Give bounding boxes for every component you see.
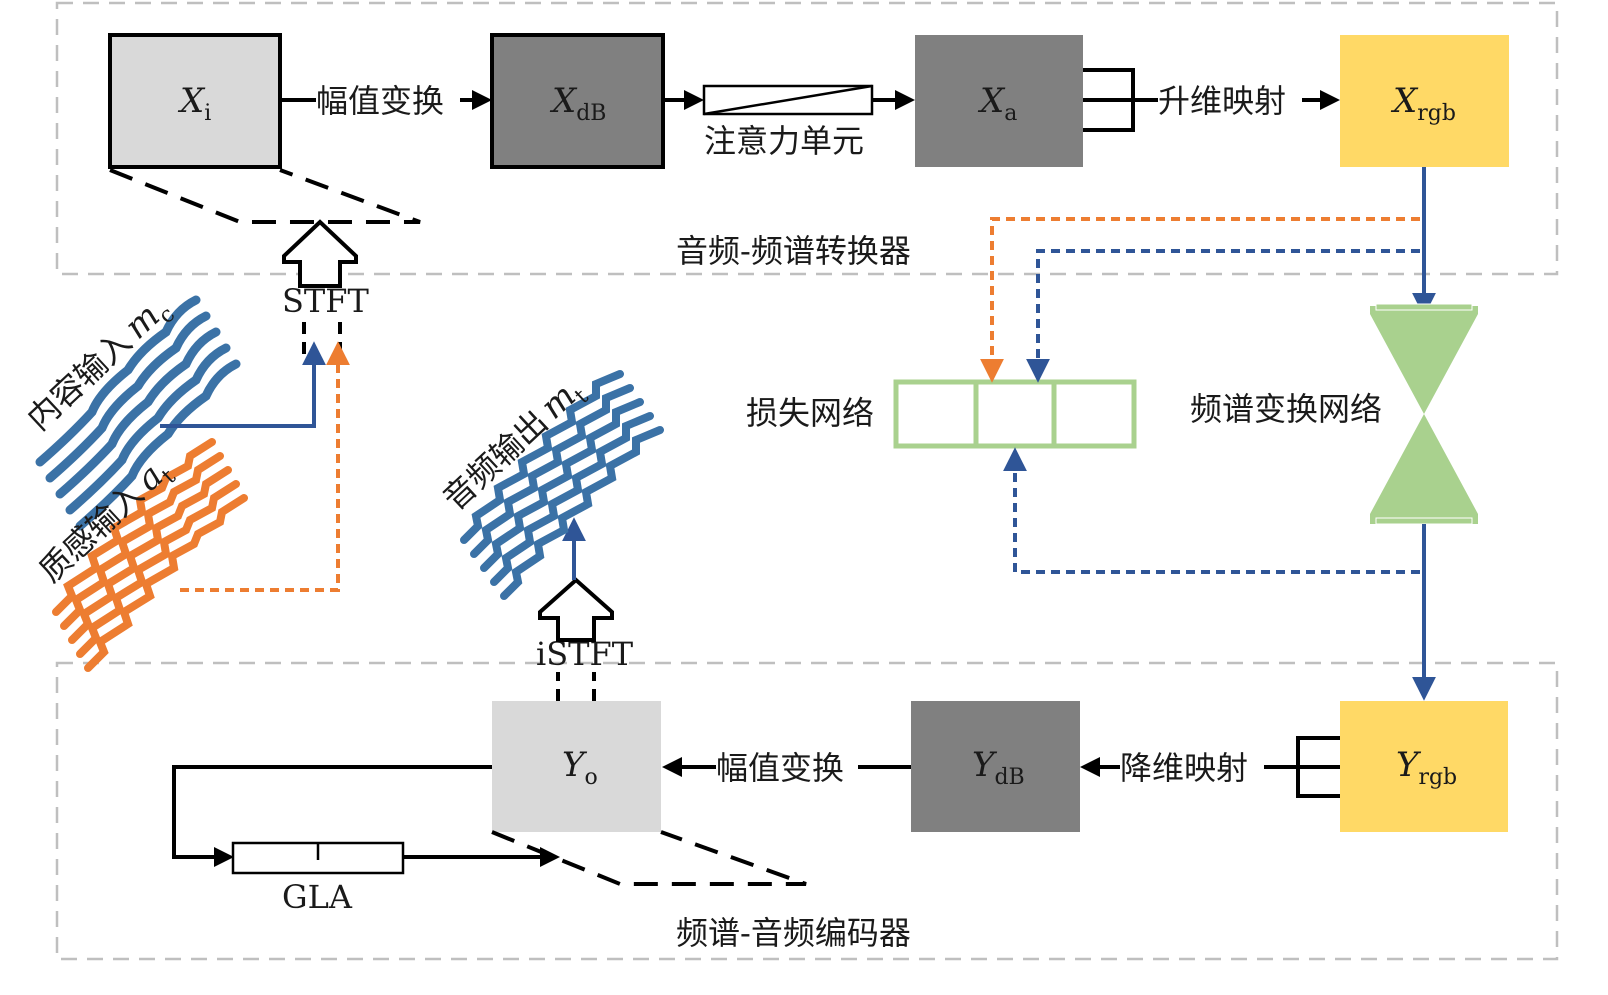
architecture-diagram: 音频-频谱转换器 频谱-音频编码器 Xi XdB Xa Xrgb 幅值变换 注意…	[20, 1, 1559, 961]
xi-zoom-trapezoid	[109, 168, 421, 224]
istft-hollow-arrow	[538, 577, 614, 642]
loss-net-cell-2	[973, 379, 1057, 449]
spec-net-bottom-bar	[1375, 517, 1473, 525]
dim-up-label: 升维映射	[1158, 82, 1286, 120]
loss-net-cell-3	[1051, 379, 1137, 449]
spec-net-hourglass	[1370, 306, 1478, 524]
xa-bracket	[1083, 68, 1158, 132]
loss-net-label: 损失网络	[746, 394, 874, 432]
blue-loss-arrow-bottom	[1003, 447, 1420, 574]
amp-transform-bottom-label: 幅值变换	[716, 749, 844, 787]
decoder-group-label: 频谱-音频编码器	[676, 914, 911, 952]
stft-hollow-arrow	[282, 219, 358, 288]
amp-transform-top-label: 幅值变换	[316, 82, 444, 120]
orange-loss-arrow	[980, 217, 1420, 383]
dim-down-label: 降维映射	[1120, 749, 1248, 787]
encoder-group-label: 音频-频谱转换器	[676, 232, 911, 270]
stft-label: STFT	[282, 282, 369, 320]
yrgb-bracket	[1264, 736, 1340, 798]
spec-net-label: 频谱变换网络	[1190, 390, 1382, 428]
loss-net-cell-1	[893, 379, 979, 449]
attention-unit-label: 注意力单元	[704, 122, 864, 160]
blue-loss-arrow-top	[1026, 249, 1420, 383]
spec-net-top-bar	[1375, 303, 1473, 311]
gla-label: GLA	[282, 878, 353, 916]
